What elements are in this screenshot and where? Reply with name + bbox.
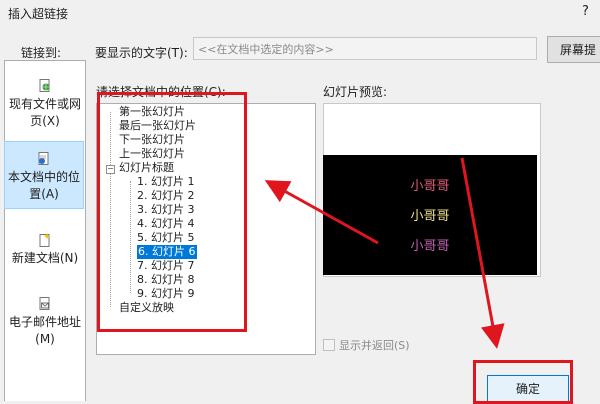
annotation-arrows [264, 157, 505, 349]
annotation-arrow [460, 157, 505, 349]
annotation-arrow [264, 180, 379, 245]
